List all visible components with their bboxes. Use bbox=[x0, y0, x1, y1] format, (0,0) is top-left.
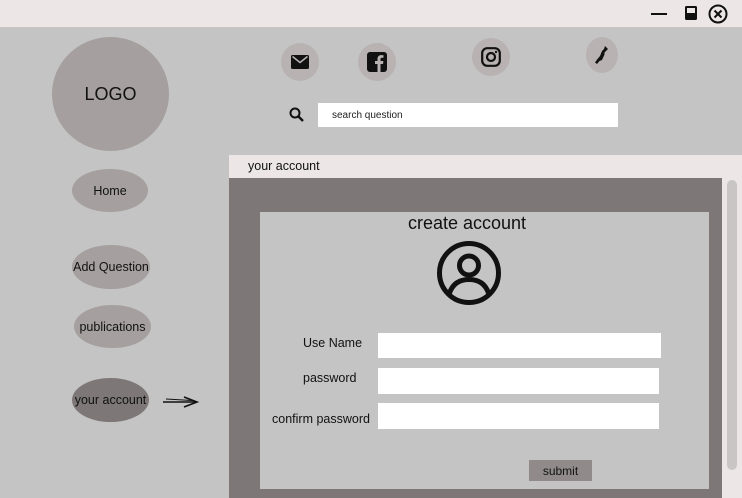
search-input[interactable] bbox=[318, 103, 618, 127]
logo-text: LOGO bbox=[84, 83, 137, 104]
username-field[interactable] bbox=[378, 333, 661, 358]
mail-button[interactable] bbox=[281, 43, 319, 81]
arrow-right-icon bbox=[163, 396, 200, 408]
facebook-icon bbox=[367, 52, 387, 72]
phone-icon bbox=[595, 46, 608, 64]
sidebar-item-home[interactable]: Home bbox=[72, 169, 148, 212]
section-title: your account bbox=[229, 155, 742, 178]
mail-icon bbox=[291, 55, 309, 69]
password-label: password bbox=[303, 371, 357, 385]
username-label: Use Name bbox=[303, 336, 363, 350]
sidebar-item-label: Add Question bbox=[73, 260, 149, 274]
scrollbar-thumb[interactable] bbox=[727, 180, 737, 470]
sidebar-item-label: your account bbox=[74, 393, 147, 407]
maximize-button[interactable] bbox=[682, 4, 700, 22]
sidebar-item-your-account[interactable]: your account bbox=[72, 378, 149, 422]
submit-button[interactable]: submit bbox=[529, 460, 592, 481]
instagram-icon bbox=[481, 47, 501, 67]
maximize-icon bbox=[685, 6, 697, 20]
close-button[interactable] bbox=[707, 3, 729, 25]
instagram-button[interactable] bbox=[472, 38, 510, 76]
search-icon[interactable] bbox=[289, 107, 304, 122]
minimize-icon bbox=[651, 13, 667, 15]
title-bar bbox=[0, 0, 742, 27]
logo: LOGO bbox=[52, 37, 169, 151]
phone-button[interactable] bbox=[586, 37, 618, 73]
close-icon bbox=[708, 4, 728, 24]
sidebar-item-add-question[interactable]: Add Question bbox=[72, 245, 150, 289]
confirm-password-label: confirm password bbox=[272, 412, 370, 426]
sidebar-item-label: Home bbox=[93, 183, 127, 198]
user-avatar-icon bbox=[437, 241, 501, 305]
facebook-button[interactable] bbox=[358, 43, 396, 81]
minimize-button[interactable] bbox=[648, 5, 670, 21]
sidebar-item-label: publications bbox=[79, 319, 146, 334]
form-title: create account bbox=[407, 213, 527, 233]
sidebar-item-publications[interactable]: publications bbox=[74, 305, 151, 348]
confirm-password-field[interactable] bbox=[378, 403, 659, 429]
password-field[interactable] bbox=[378, 368, 659, 394]
